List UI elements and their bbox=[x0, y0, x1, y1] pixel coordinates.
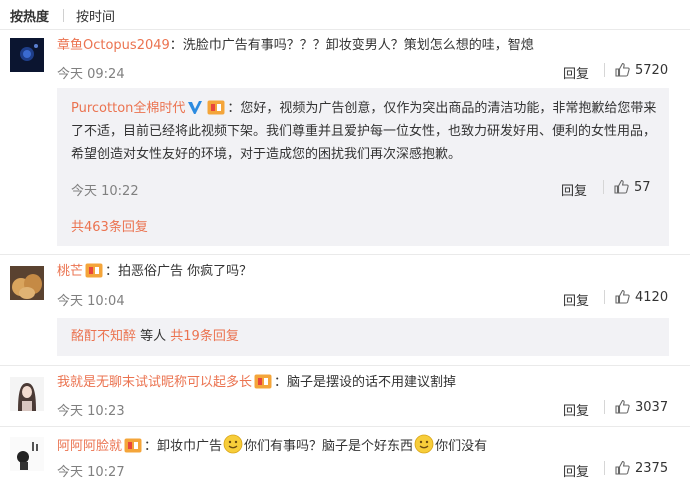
like-count: 3037 bbox=[635, 399, 669, 415]
username-link[interactable]: 桃芒 bbox=[57, 264, 83, 279]
avatar[interactable] bbox=[10, 437, 44, 471]
like-divider bbox=[604, 290, 605, 304]
like-button[interactable]: 5720 bbox=[604, 62, 668, 78]
comment-body: 脑子是摆设的话不用建议割掉 bbox=[287, 375, 457, 390]
thumbs-up-icon bbox=[614, 179, 629, 194]
like-divider bbox=[603, 180, 604, 194]
avatar[interactable] bbox=[10, 377, 44, 411]
like-divider bbox=[604, 63, 605, 77]
member-badge-icon bbox=[207, 100, 225, 115]
like-button[interactable]: 3037 bbox=[604, 399, 668, 415]
comment-body-part: 卸妆巾广告 bbox=[157, 439, 223, 454]
smile-emoji-icon bbox=[223, 434, 243, 454]
comment-text: 桃芒 ：拍恶俗广告 你疯了吗？ bbox=[57, 263, 253, 279]
sort-by-time[interactable]: 按时间 bbox=[76, 6, 115, 25]
reply-button[interactable]: 回复 bbox=[563, 290, 589, 309]
verified-v-icon bbox=[188, 101, 203, 114]
comment-body-part: 你们有事吗？脑子是个好东西 bbox=[244, 439, 414, 454]
like-count: 57 bbox=[634, 179, 651, 195]
like-count: 5720 bbox=[635, 62, 669, 78]
comment-time: 今天 10:04 bbox=[57, 294, 125, 309]
comment-text: 章鱼Octopus2049：洗脸巾广告有事吗？？？卸妆变男人？策划怎么想的哇，智… bbox=[57, 38, 534, 53]
comment-body-part: 你们没有 bbox=[435, 439, 488, 454]
reply-button[interactable]: 回复 bbox=[563, 63, 589, 82]
username-link[interactable]: 阿阿阿脸就 bbox=[57, 439, 122, 454]
divider bbox=[0, 426, 690, 427]
comment-time: 今天 10:27 bbox=[57, 465, 125, 480]
thumbs-up-icon bbox=[615, 460, 630, 475]
sub-reply-time: 今天 10:22 bbox=[71, 184, 139, 199]
avatar[interactable] bbox=[10, 38, 44, 72]
view-replies-link[interactable]: 共19条回复 bbox=[170, 329, 239, 344]
reply-button[interactable]: 回复 bbox=[563, 400, 589, 419]
thumbs-up-icon bbox=[615, 399, 630, 414]
member-badge-icon bbox=[254, 374, 272, 389]
comment-time: 今天 10:23 bbox=[57, 404, 125, 419]
reply-button[interactable]: 回复 bbox=[561, 180, 587, 199]
like-divider bbox=[604, 400, 605, 414]
reply-summary: 酩酊不知醉 等人 共19条回复 bbox=[71, 329, 239, 344]
sort-bar: 按热度 按时间 bbox=[10, 5, 115, 25]
username-link[interactable]: 酩酊不知醉 bbox=[71, 329, 136, 344]
comment-body: 洗脸巾广告有事吗？？？卸妆变男人？策划怎么想的哇，智熄 bbox=[182, 38, 534, 53]
divider bbox=[0, 254, 690, 255]
comment-time: 今天 09:24 bbox=[57, 67, 125, 82]
username-link[interactable]: 章鱼Octopus2049 bbox=[57, 38, 170, 53]
thumbs-up-icon bbox=[615, 62, 630, 77]
username-link[interactable]: Purcotton全棉时代 bbox=[71, 101, 185, 116]
like-button[interactable]: 2375 bbox=[604, 460, 668, 476]
sort-by-hot[interactable]: 按热度 bbox=[10, 6, 49, 25]
view-replies-link[interactable]: 共463条回复 bbox=[71, 219, 148, 237]
comment-body: 拍恶俗广告 你疯了吗？ bbox=[118, 264, 253, 279]
like-count: 4120 bbox=[635, 289, 669, 305]
thumbs-up-icon bbox=[615, 289, 630, 304]
member-badge-icon bbox=[124, 438, 142, 453]
like-count: 2375 bbox=[635, 460, 669, 476]
like-divider bbox=[604, 461, 605, 475]
like-button[interactable]: 57 bbox=[603, 179, 651, 195]
like-button[interactable]: 4120 bbox=[604, 289, 668, 305]
member-badge-icon bbox=[85, 263, 103, 278]
smile-emoji-icon bbox=[414, 434, 434, 454]
username-link[interactable]: 我就是无聊末试试昵称可以起多长 bbox=[57, 375, 252, 390]
avatar[interactable] bbox=[10, 266, 44, 300]
comment-text: 我就是无聊末试试昵称可以起多长 ：脑子是摆设的话不用建议割掉 bbox=[57, 374, 457, 390]
sub-reply-text: Purcotton全棉时代 ：您好，视频为广告创意，仅作为突出商品的清洁功能，非常… bbox=[71, 100, 657, 162]
reply-button[interactable]: 回复 bbox=[563, 461, 589, 480]
divider bbox=[0, 365, 690, 366]
divider bbox=[0, 29, 690, 30]
comment-text: 阿阿阿脸就 ：卸妆巾广告 你们有事吗？脑子是个好东西 你们没有 bbox=[57, 434, 487, 456]
sort-divider bbox=[63, 8, 65, 22]
